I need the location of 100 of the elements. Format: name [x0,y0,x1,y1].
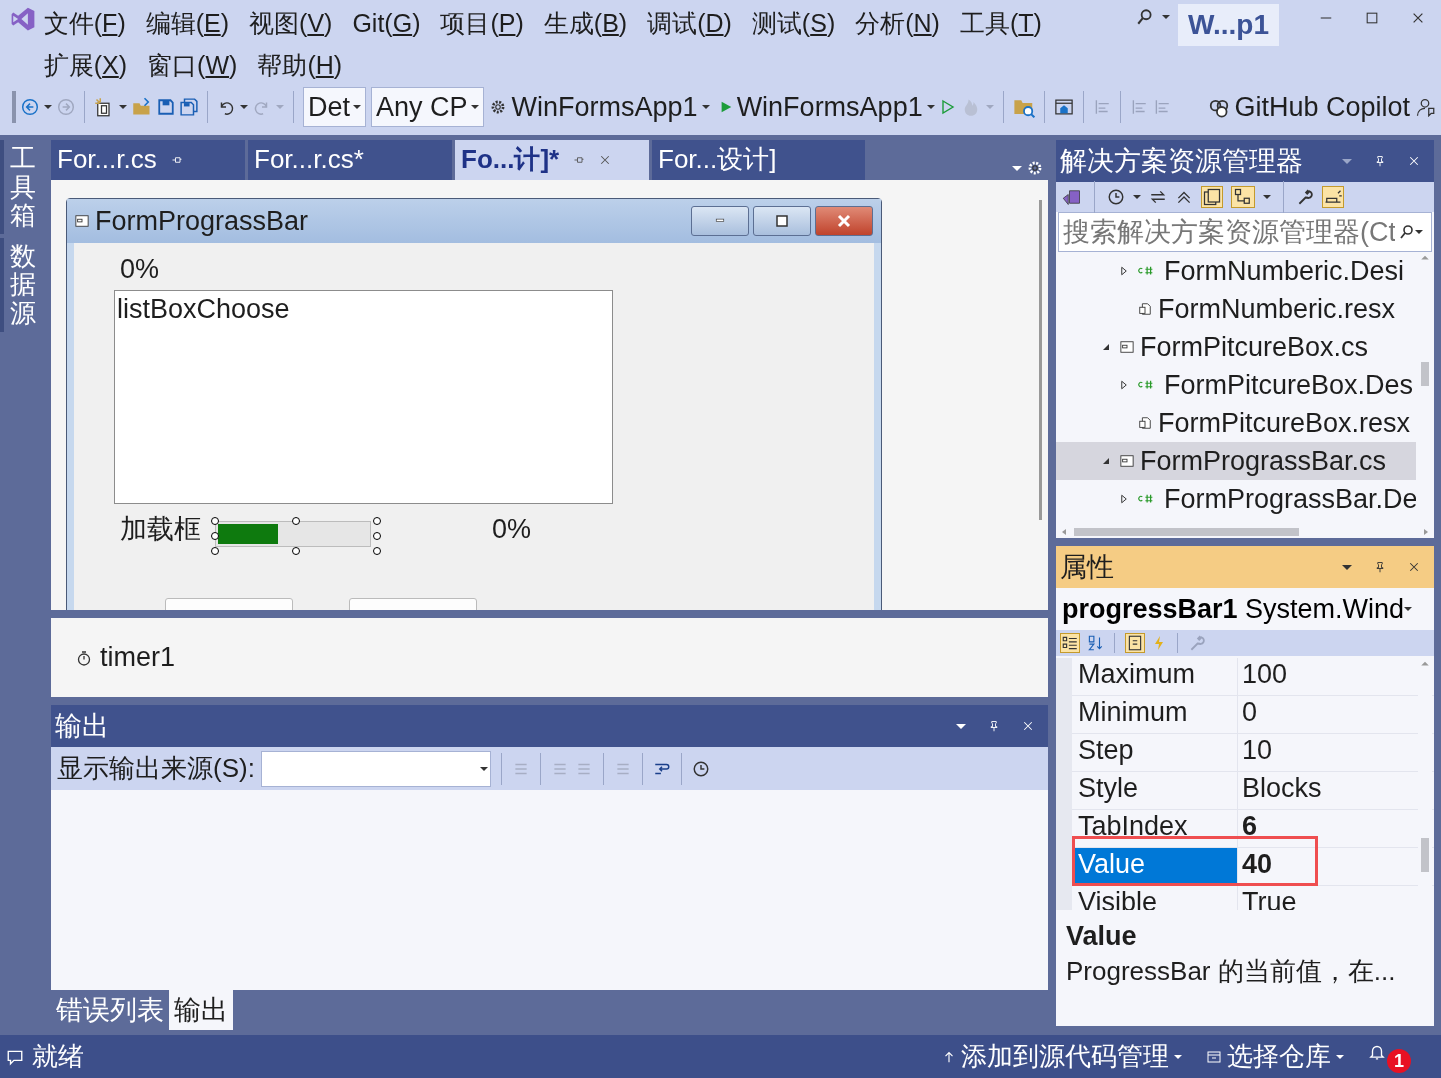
document-tab[interactable]: For...r.cs* [248,140,452,180]
menu-item[interactable]: 工具(T) [959,4,1042,42]
settings-icon [1026,159,1044,177]
document-tab[interactable]: For...r.cs [51,140,245,180]
property-name[interactable]: Value [1072,848,1238,885]
window-icon[interactable] [1053,97,1074,117]
tree-item[interactable]: FormPitcureBox.cs [1056,328,1416,366]
scrollbar-thumb[interactable] [1074,528,1299,536]
tree-item[interactable]: FormNumberic.resx [1056,290,1416,328]
sort-icon[interactable] [1086,634,1104,652]
pin-icon[interactable] [170,154,183,166]
side-tab[interactable]: 数据源 [0,237,38,332]
back-icon[interactable] [21,98,39,116]
menu-item[interactable]: 窗口(W) [147,46,238,84]
side-tab[interactable]: 工具箱 [0,140,38,234]
dropdown-icon[interactable] [1012,165,1022,171]
save-all-icon[interactable] [180,98,198,116]
solution-icon[interactable] [1062,187,1082,207]
property-name[interactable]: TabIndex [1072,810,1238,847]
pin-icon[interactable] [988,720,1000,732]
startup-project-dropdown[interactable]: WinFormsApp1 [511,90,710,124]
search-field[interactable]: 搜索解决方案资源管理器(Ct [1058,212,1432,252]
open-folder-icon[interactable] [132,97,152,117]
menu-item[interactable]: 文件(F) [43,4,126,42]
close-icon[interactable] [1411,11,1425,25]
tree-item[interactable]: FormPrograssBar.De [1056,480,1416,518]
minimize-button[interactable] [691,206,749,236]
close-button[interactable] [815,206,873,236]
menu-item[interactable]: 编辑(E) [145,4,230,42]
properties-icon[interactable] [1126,634,1144,652]
categorized-icon[interactable] [1061,634,1079,652]
scroll-left-icon[interactable] [1060,526,1068,538]
menu-item[interactable]: Git(G) [352,4,421,42]
property-name[interactable]: Style [1072,772,1238,809]
close-icon[interactable] [599,154,612,166]
run-button[interactable]: WinFormsApp1 [718,90,935,124]
tree-item[interactable]: FormPitcureBox.Des [1056,366,1416,404]
platform-dropdown[interactable]: Any CP [371,87,484,127]
resize-handle[interactable] [373,517,381,525]
close-icon[interactable] [1408,561,1420,573]
pin-icon[interactable] [573,154,586,166]
menu-item[interactable]: 分析(N) [855,4,940,42]
resize-handle[interactable] [292,547,300,555]
collapsed-arrow-icon[interactable] [1118,493,1130,505]
resize-handle[interactable] [211,517,219,525]
form-icon [75,214,89,228]
tree-item[interactable]: FormPrograssBar.cs [1056,442,1416,480]
menu-item[interactable]: 扩展(X) [43,46,128,84]
menu-item[interactable]: 测试(S) [751,4,836,42]
menu-item[interactable]: 项目(P) [440,4,524,42]
property-name[interactable]: Minimum [1072,696,1238,733]
menu-item[interactable]: 视图(V) [249,4,333,42]
document-tab[interactable]: Fo...计]* [455,140,649,180]
copy-icon[interactable] [1202,187,1222,207]
repository-button[interactable]: 选择仓库 [1206,1040,1344,1073]
property-value[interactable]: 100 [1238,658,1288,695]
menu-item[interactable]: 帮助(H) [257,46,343,84]
menu-item[interactable]: 生成(B) [543,4,628,42]
scroll-right-icon[interactable] [1422,526,1430,538]
resize-handle[interactable] [292,517,300,525]
property-value[interactable]: 10 [1238,734,1273,771]
wrench-icon[interactable] [1296,188,1314,206]
scrollbar-thumb[interactable] [1421,838,1429,872]
maximize-icon[interactable] [1365,11,1379,25]
collapsed-arrow-icon[interactable] [1118,379,1130,391]
configuration-dropdown[interactable]: Det [303,87,367,127]
resize-handle[interactable] [211,547,219,555]
percent-label: 0% [120,253,160,286]
clock-icon[interactable] [691,759,710,778]
tree-item[interactable]: FormPitcureBox.resx [1056,404,1416,442]
property-name[interactable]: Maximum [1072,658,1238,695]
resize-handle[interactable] [373,532,381,540]
property-value[interactable]: 0 [1238,696,1258,733]
scrollbar[interactable] [1039,200,1042,520]
resize-handle[interactable] [211,532,219,540]
list-box[interactable]: listBoxChoose [114,290,613,504]
maximize-button[interactable] [753,206,811,236]
panel-tab[interactable]: 输出 [169,990,233,1030]
search-icon[interactable] [1399,223,1415,241]
property-value[interactable]: 40 [1238,848,1273,885]
pin-icon[interactable] [1374,155,1386,167]
save-icon[interactable] [157,98,175,116]
load-label: 加载框 [120,513,201,546]
property-name[interactable]: Step [1072,734,1238,771]
clock-icon[interactable] [1107,188,1125,206]
property-value[interactable]: 6 [1238,810,1258,847]
dropdown-icon[interactable] [956,723,966,729]
feedback-icon[interactable] [1415,97,1435,117]
pin-icon[interactable] [1374,561,1386,573]
resize-handle[interactable] [373,547,381,555]
menu-item[interactable]: 调试(D) [647,4,732,42]
source-control-button[interactable]: 添加到源代码管理 [942,1040,1182,1073]
tree-item[interactable]: FormNumberic.Desi [1056,252,1416,290]
scrollbar-thumb[interactable] [1421,362,1429,386]
copilot-button[interactable]: GitHub Copilot [1208,90,1410,124]
document-tab[interactable]: For...设计] [652,140,865,180]
property-value[interactable]: Blocks [1238,772,1322,809]
collapsed-arrow-icon[interactable] [1118,265,1130,277]
sync-icon[interactable] [1149,188,1167,206]
dropdown-icon[interactable] [1342,564,1352,570]
